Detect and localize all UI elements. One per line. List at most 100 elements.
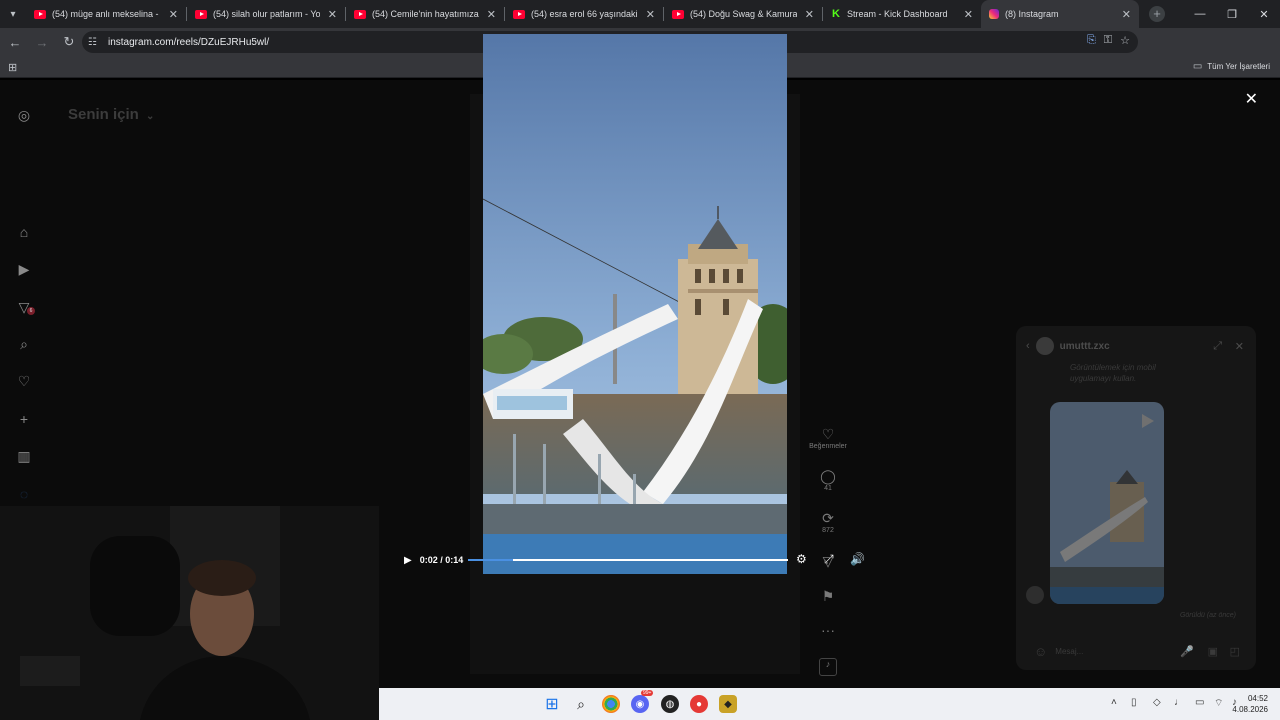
obs-icon[interactable]: ◍ xyxy=(661,695,679,713)
dm-username[interactable]: umuttt.zxc xyxy=(1060,341,1110,352)
tab-title: (8) Instagram xyxy=(1005,9,1059,19)
bookmark-star-icon[interactable]: ☆ xyxy=(1120,34,1130,47)
close-icon[interactable]: ✕ xyxy=(646,8,655,21)
close-icon[interactable]: ✕ xyxy=(964,8,973,21)
notification-badge: 6 xyxy=(27,307,35,315)
address-bar-actions: ⎘ ⚿ ☆ xyxy=(1087,34,1130,47)
search-icon[interactable]: ⌕ xyxy=(16,336,32,352)
audio-thumbnail[interactable]: ♪ xyxy=(806,658,850,676)
feed-selector[interactable]: Senin için ⌄ xyxy=(68,106,154,123)
bookmark-icon: ⚑ xyxy=(821,588,835,604)
avatar[interactable] xyxy=(1035,337,1054,355)
dm-header: ‹ umuttt.zxc ⤢ ✕ xyxy=(1016,336,1256,356)
comments-count: 41 xyxy=(824,485,832,492)
tab-title: (54) esra erol 66 yaşındaki kübı xyxy=(531,9,638,19)
browser-tab[interactable]: (54) Doğu Swag & Kamuran Ak ✕ xyxy=(664,0,822,28)
all-bookmarks-label: Tüm Yer İşaretleri xyxy=(1207,62,1270,71)
restore-icon[interactable]: ❐ xyxy=(1216,0,1248,28)
install-app-icon[interactable]: ⎘ xyxy=(1087,34,1096,47)
browser-tab[interactable]: (54) Cemile'nin hayatımıza reni ✕ xyxy=(346,0,504,28)
tab-search-button[interactable]: ▾ xyxy=(0,0,26,28)
expand-icon[interactable]: ⤢ xyxy=(1213,340,1222,353)
youtube-icon xyxy=(34,9,46,19)
browser-tab[interactable]: (54) esra erol 66 yaşındaki kübı ✕ xyxy=(505,0,663,28)
reposts-count: 872 xyxy=(822,527,834,534)
browser-tab[interactable]: K Stream - Kick Dashboard ✕ xyxy=(823,0,981,28)
folder-icon: ▭ xyxy=(1192,61,1203,72)
share-button[interactable]: ▽ xyxy=(806,553,850,570)
password-key-icon[interactable]: ⚿ xyxy=(1104,34,1112,47)
apps-grid-icon[interactable]: ⊞ xyxy=(8,61,17,74)
message-placeholder: Mesaj... xyxy=(1055,646,1084,656)
close-icon[interactable]: ✕ xyxy=(169,8,178,21)
close-icon[interactable]: ✕ xyxy=(1122,8,1131,21)
audio-icon: ♪ xyxy=(819,658,837,676)
back-arrow-icon[interactable]: ← xyxy=(3,30,27,54)
home-icon[interactable]: ⌂ xyxy=(16,224,32,240)
close-icon[interactable]: ✕ xyxy=(805,8,814,21)
chevron-left-icon[interactable]: ‹ xyxy=(1026,340,1030,352)
display-icon[interactable]: ▭ xyxy=(1195,697,1204,708)
shared-reel-image xyxy=(1050,402,1164,604)
duration: 0:14 xyxy=(445,555,464,565)
message-input[interactable]: ☺ Mesaj... 🎤 ▣ ◰ xyxy=(1034,642,1240,660)
close-icon[interactable]: ✕ xyxy=(328,8,337,21)
shared-reel-thumbnail[interactable] xyxy=(1050,402,1164,604)
seen-status: Görüldü (az önce) xyxy=(1179,612,1236,619)
close-icon[interactable]: ✕ xyxy=(1235,340,1244,353)
close-icon[interactable]: ✕ xyxy=(1245,89,1258,109)
tab-title: (54) silah olur patlarım - YouTul xyxy=(213,9,320,19)
volume-icon[interactable]: 🔊 xyxy=(850,552,865,566)
network-icon[interactable]: ⌔ xyxy=(1214,697,1223,710)
reels-icon[interactable]: ▶ xyxy=(16,261,32,277)
microphone-icon[interactable]: 🎤 xyxy=(1180,645,1194,658)
webcam-feed xyxy=(0,506,379,720)
chrome-icon[interactable] xyxy=(602,695,620,713)
save-button[interactable]: ⚑ xyxy=(806,588,850,605)
repost-button[interactable]: ⟳ 872 xyxy=(806,510,850,534)
instagram-logo-icon[interactable]: ◎ xyxy=(16,107,32,123)
kick-icon: K xyxy=(832,8,840,20)
play-icon[interactable]: ▶ xyxy=(404,555,412,566)
browser-tab[interactable]: (54) silah olur patlarım - YouTul ✕ xyxy=(187,0,345,28)
messages-icon[interactable]: ▽ 6 xyxy=(16,299,35,315)
window-controls: — ❐ ✕ xyxy=(1184,0,1280,28)
avatar xyxy=(1026,586,1044,604)
chevron-down-icon: ⌄ xyxy=(146,111,155,122)
all-bookmarks-button[interactable]: ▭ Tüm Yer İşaretleri xyxy=(1193,61,1270,72)
forward-arrow-icon[interactable]: → xyxy=(30,30,54,54)
comment-button[interactable]: ◯ 41 xyxy=(806,468,850,492)
url-text: instagram.com/reels/DZuEJRHu5wl/ xyxy=(108,36,270,48)
browser-tab[interactable]: (54) müge anlı mekselina - YouT ✕ xyxy=(26,0,186,28)
youtube-icon xyxy=(513,9,525,19)
emoji-icon[interactable]: ☺ xyxy=(1034,644,1047,659)
clock[interactable]: 04:52 4.08.2026 xyxy=(1232,693,1268,715)
video-progress-bar[interactable] xyxy=(468,559,788,561)
dashboard-icon[interactable]: ▥ xyxy=(16,448,32,464)
new-tab-button[interactable]: + xyxy=(1149,6,1165,22)
close-icon[interactable]: ✕ xyxy=(487,8,496,21)
notifications-heart-icon[interactable]: ♡ xyxy=(16,373,32,389)
close-window-icon[interactable]: ✕ xyxy=(1248,0,1280,28)
reel-video[interactable] xyxy=(483,34,787,574)
search-icon[interactable]: ⌕ xyxy=(572,695,590,713)
tray-chevron-up-icon[interactable]: ˄ xyxy=(1111,697,1117,708)
site-info-icon[interactable]: ☷ xyxy=(88,37,102,48)
tab-title: (54) Doğu Swag & Kamuran Ak xyxy=(690,9,797,19)
app-icon[interactable]: ◆ xyxy=(719,695,737,713)
like-button[interactable]: ♡ Beğenmeler xyxy=(806,426,850,450)
recorder-icon[interactable]: ● xyxy=(690,695,708,713)
windows-start-icon[interactable]: ⊞ xyxy=(543,695,561,713)
browser-tab-active[interactable]: (8) Instagram ✕ xyxy=(981,0,1139,28)
microphone-icon[interactable]: ♩ xyxy=(1174,697,1184,708)
create-plus-icon[interactable]: + xyxy=(16,411,32,427)
image-icon[interactable]: ▣ xyxy=(1208,645,1218,658)
sticker-icon[interactable]: ◰ xyxy=(1230,645,1240,658)
reload-icon[interactable]: ↻ xyxy=(57,30,81,54)
more-button[interactable]: ··· xyxy=(806,622,850,638)
usb-icon[interactable]: ▯ xyxy=(1131,697,1137,708)
shield-icon[interactable]: ◇ xyxy=(1153,697,1161,708)
discord-icon[interactable]: ◉ 99+ xyxy=(631,690,654,713)
meta-threads-icon[interactable]: ◌ xyxy=(16,486,32,502)
minimize-icon[interactable]: — xyxy=(1184,0,1216,28)
